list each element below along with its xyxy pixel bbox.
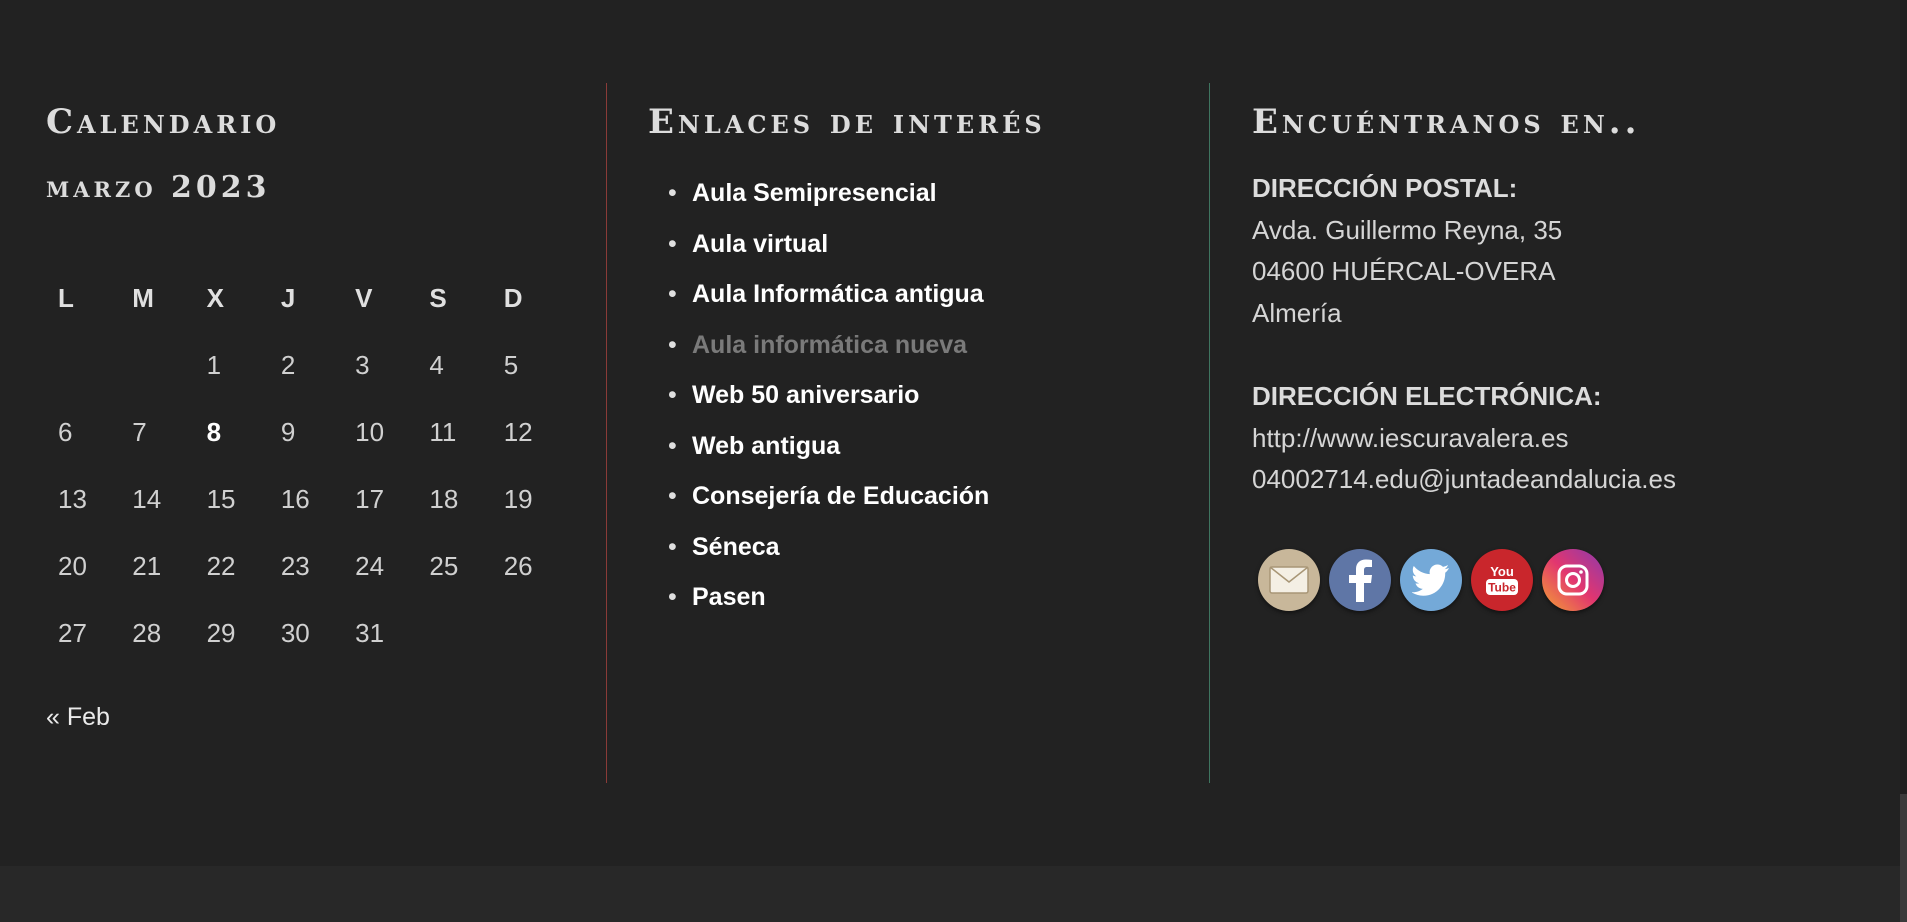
link-pasen[interactable]: Pasen xyxy=(668,579,989,630)
calendar-week-row: 20 21 22 23 24 25 26 xyxy=(46,533,566,600)
calendar-day: 31 xyxy=(355,618,385,648)
electronic-address-label: DIRECCIÓN ELECTRÓNICA: xyxy=(1252,381,1602,411)
weekday-header: S xyxy=(429,283,447,313)
calendar-prev-month-link[interactable]: « Feb xyxy=(46,703,110,732)
calendar-day: 19 xyxy=(503,484,533,514)
calendar-week-row: 6 7 8 9 10 11 12 xyxy=(46,399,566,466)
footer-widgets: Calendario marzo 2023 L M X J V S D 1 2 … xyxy=(0,0,1907,866)
calendar-day: 17 xyxy=(355,484,385,514)
calendar-day: 1 xyxy=(206,350,222,380)
calendar-day xyxy=(492,600,566,667)
svg-text:You: You xyxy=(1490,564,1514,579)
calendar-day: 12 xyxy=(503,417,533,447)
calendar-day: 5 xyxy=(503,350,519,380)
contact-title: Encuéntranos en.. xyxy=(1252,102,1641,142)
calendar-day: 7 xyxy=(132,417,147,447)
calendar-day: 26 xyxy=(503,551,533,581)
calendar-day xyxy=(46,332,120,399)
calendar-month-caption: marzo 2023 xyxy=(46,170,271,205)
link-web-50-aniversario[interactable]: Web 50 aniversario xyxy=(668,377,989,428)
social-icons: You Tube xyxy=(1258,549,1604,611)
electronic-address-block: DIRECCIÓN ELECTRÓNICA: http://www.iescur… xyxy=(1252,376,1676,501)
calendar-day: 18 xyxy=(429,484,459,514)
weekday-header: D xyxy=(503,283,523,313)
calendar-day: 29 xyxy=(206,618,236,648)
calendar-day: 11 xyxy=(429,417,457,447)
twitter-icon[interactable] xyxy=(1400,549,1462,611)
calendar-day: 3 xyxy=(355,350,370,380)
page-scrollbar[interactable] xyxy=(1900,0,1907,922)
calendar-week-row: 13 14 15 16 17 18 19 xyxy=(46,466,566,533)
email-link[interactable]: 04002714.edu@juntadeandalucia.es xyxy=(1252,459,1676,501)
calendar-day: 24 xyxy=(355,551,385,581)
postal-address-label: DIRECCIÓN POSTAL: xyxy=(1252,173,1518,203)
calendar-day: 13 xyxy=(58,484,87,514)
youtube-icon[interactable]: You Tube xyxy=(1471,549,1533,611)
weekday-header: J xyxy=(280,283,296,313)
calendar-day: 22 xyxy=(206,551,236,581)
link-aula-informatica-nueva[interactable]: Aula informática nueva xyxy=(668,327,989,378)
calendar-day: 6 xyxy=(58,417,73,447)
calendar-day xyxy=(120,332,194,399)
calendar-day: 21 xyxy=(132,551,162,581)
link-aula-virtual[interactable]: Aula virtual xyxy=(668,226,989,277)
scrollbar-thumb[interactable] xyxy=(1900,794,1907,922)
calendar-day: 16 xyxy=(280,484,310,514)
weekday-header: V xyxy=(355,283,373,313)
calendar-week-row: 27 28 29 30 31 xyxy=(46,600,566,667)
calendar-day: 23 xyxy=(280,551,310,581)
instagram-icon[interactable] xyxy=(1542,549,1604,611)
calendar-day: 30 xyxy=(280,618,310,648)
calendar-day: 28 xyxy=(132,618,162,648)
link-web-antigua[interactable]: Web antigua xyxy=(668,428,989,479)
calendar-day: 27 xyxy=(58,618,87,648)
calendar-title: Calendario xyxy=(46,102,281,142)
svg-text:Tube: Tube xyxy=(1488,581,1516,595)
website-link[interactable]: http://www.iescuravalera.es xyxy=(1252,418,1676,460)
column-divider xyxy=(1209,83,1210,783)
link-aula-semipresencial[interactable]: Aula Semipresencial xyxy=(668,175,989,226)
calendar-day: 14 xyxy=(132,484,162,514)
calendar-day: 10 xyxy=(355,417,385,447)
calendar-day-today: 8 xyxy=(206,417,222,447)
calendar-day: 20 xyxy=(58,551,87,581)
calendar-day xyxy=(417,600,491,667)
calendar-day: 4 xyxy=(429,350,444,380)
calendar-day: 15 xyxy=(206,484,236,514)
link-seneca[interactable]: Séneca xyxy=(668,529,989,580)
calendar-week-row: 1 2 3 4 5 xyxy=(46,332,566,399)
weekday-header: X xyxy=(206,283,224,313)
envelope-icon[interactable] xyxy=(1258,549,1320,611)
calendar-weekday-row: L M X J V S D xyxy=(46,265,566,332)
calendar-day: 9 xyxy=(280,417,296,447)
calendar-table: L M X J V S D 1 2 3 4 5 6 7 8 9 10 11 12… xyxy=(46,265,566,667)
site-info-bar xyxy=(0,866,1900,922)
facebook-icon[interactable] xyxy=(1329,549,1391,611)
links-list: Aula Semipresencial Aula virtual Aula In… xyxy=(648,175,989,630)
link-consejeria-educacion[interactable]: Consejería de Educación xyxy=(668,478,989,529)
calendar-day: 25 xyxy=(429,551,459,581)
weekday-header: M xyxy=(132,283,154,313)
column-divider xyxy=(606,83,607,783)
postal-address-line: Avda. Guillermo Reyna, 35 xyxy=(1252,214,1563,245)
calendar-day: 2 xyxy=(280,350,296,380)
weekday-header: L xyxy=(58,283,74,313)
postal-address-block: DIRECCIÓN POSTAL: Avda. Guillermo Reyna,… xyxy=(1252,168,1562,334)
link-aula-informatica-antigua[interactable]: Aula Informática antigua xyxy=(668,276,989,327)
links-title: Enlaces de interés xyxy=(648,102,1046,142)
postal-address-line: Almería xyxy=(1252,297,1342,328)
postal-address-line: 04600 HUÉRCAL-OVERA xyxy=(1252,256,1556,286)
